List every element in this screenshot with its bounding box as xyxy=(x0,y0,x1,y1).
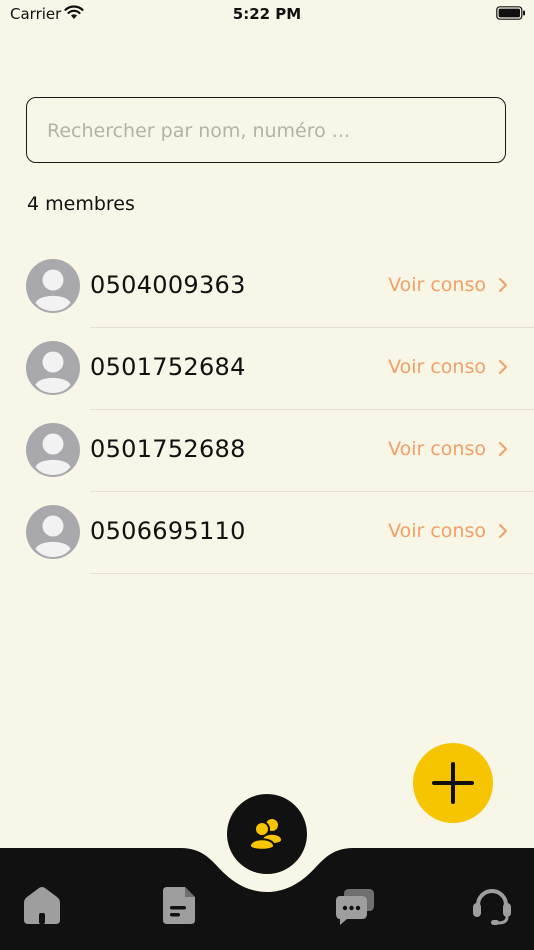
document-icon xyxy=(163,887,195,924)
voir-conso-link[interactable]: Voir conso xyxy=(388,520,508,542)
status-bar: Carrier 5:22 PM xyxy=(0,0,534,30)
member-row[interactable]: 0501752688 Voir conso xyxy=(0,410,534,492)
avatar-icon xyxy=(26,505,80,559)
voir-conso-label: Voir conso xyxy=(388,356,486,378)
search-input[interactable] xyxy=(45,98,489,163)
add-member-button[interactable] xyxy=(413,743,493,823)
row-divider xyxy=(90,573,534,574)
member-row[interactable]: 0504009363 Voir conso xyxy=(0,246,534,328)
nav-messages[interactable] xyxy=(332,882,378,928)
member-count: 4 membres xyxy=(27,193,135,215)
members-tab-button[interactable] xyxy=(227,794,307,874)
voir-conso-link[interactable]: Voir conso xyxy=(388,438,508,460)
member-phone: 0501752688 xyxy=(90,435,246,463)
chevron-right-icon xyxy=(499,442,507,456)
avatar-icon xyxy=(26,341,80,395)
member-phone: 0506695110 xyxy=(90,517,246,545)
battery-icon xyxy=(496,6,525,20)
chat-icon xyxy=(336,889,374,925)
member-row[interactable]: 0501752684 Voir conso xyxy=(0,328,534,410)
group-icon xyxy=(248,819,281,851)
avatar-icon xyxy=(26,259,80,313)
voir-conso-label: Voir conso xyxy=(388,520,486,542)
nav-documents[interactable] xyxy=(156,882,202,928)
voir-conso-label: Voir conso xyxy=(388,438,486,460)
voir-conso-label: Voir conso xyxy=(388,274,486,296)
clock: 5:22 PM xyxy=(232,5,302,23)
chevron-right-icon xyxy=(499,524,507,538)
home-icon xyxy=(24,887,60,924)
nav-home[interactable] xyxy=(19,882,65,928)
chevron-right-icon xyxy=(499,278,507,292)
support-headset-icon xyxy=(473,889,511,925)
plus-icon xyxy=(432,762,474,804)
nav-support[interactable] xyxy=(469,882,515,928)
member-row[interactable]: 0506695110 Voir conso xyxy=(0,492,534,574)
member-phone: 0501752684 xyxy=(90,353,246,381)
avatar-icon xyxy=(26,423,80,477)
chevron-right-icon xyxy=(499,360,507,374)
search-box[interactable] xyxy=(26,97,506,163)
voir-conso-link[interactable]: Voir conso xyxy=(388,356,508,378)
member-phone: 0504009363 xyxy=(90,271,246,299)
member-list: 0504009363 Voir conso 0501752684 Voir co… xyxy=(0,246,534,574)
voir-conso-link[interactable]: Voir conso xyxy=(388,274,508,296)
